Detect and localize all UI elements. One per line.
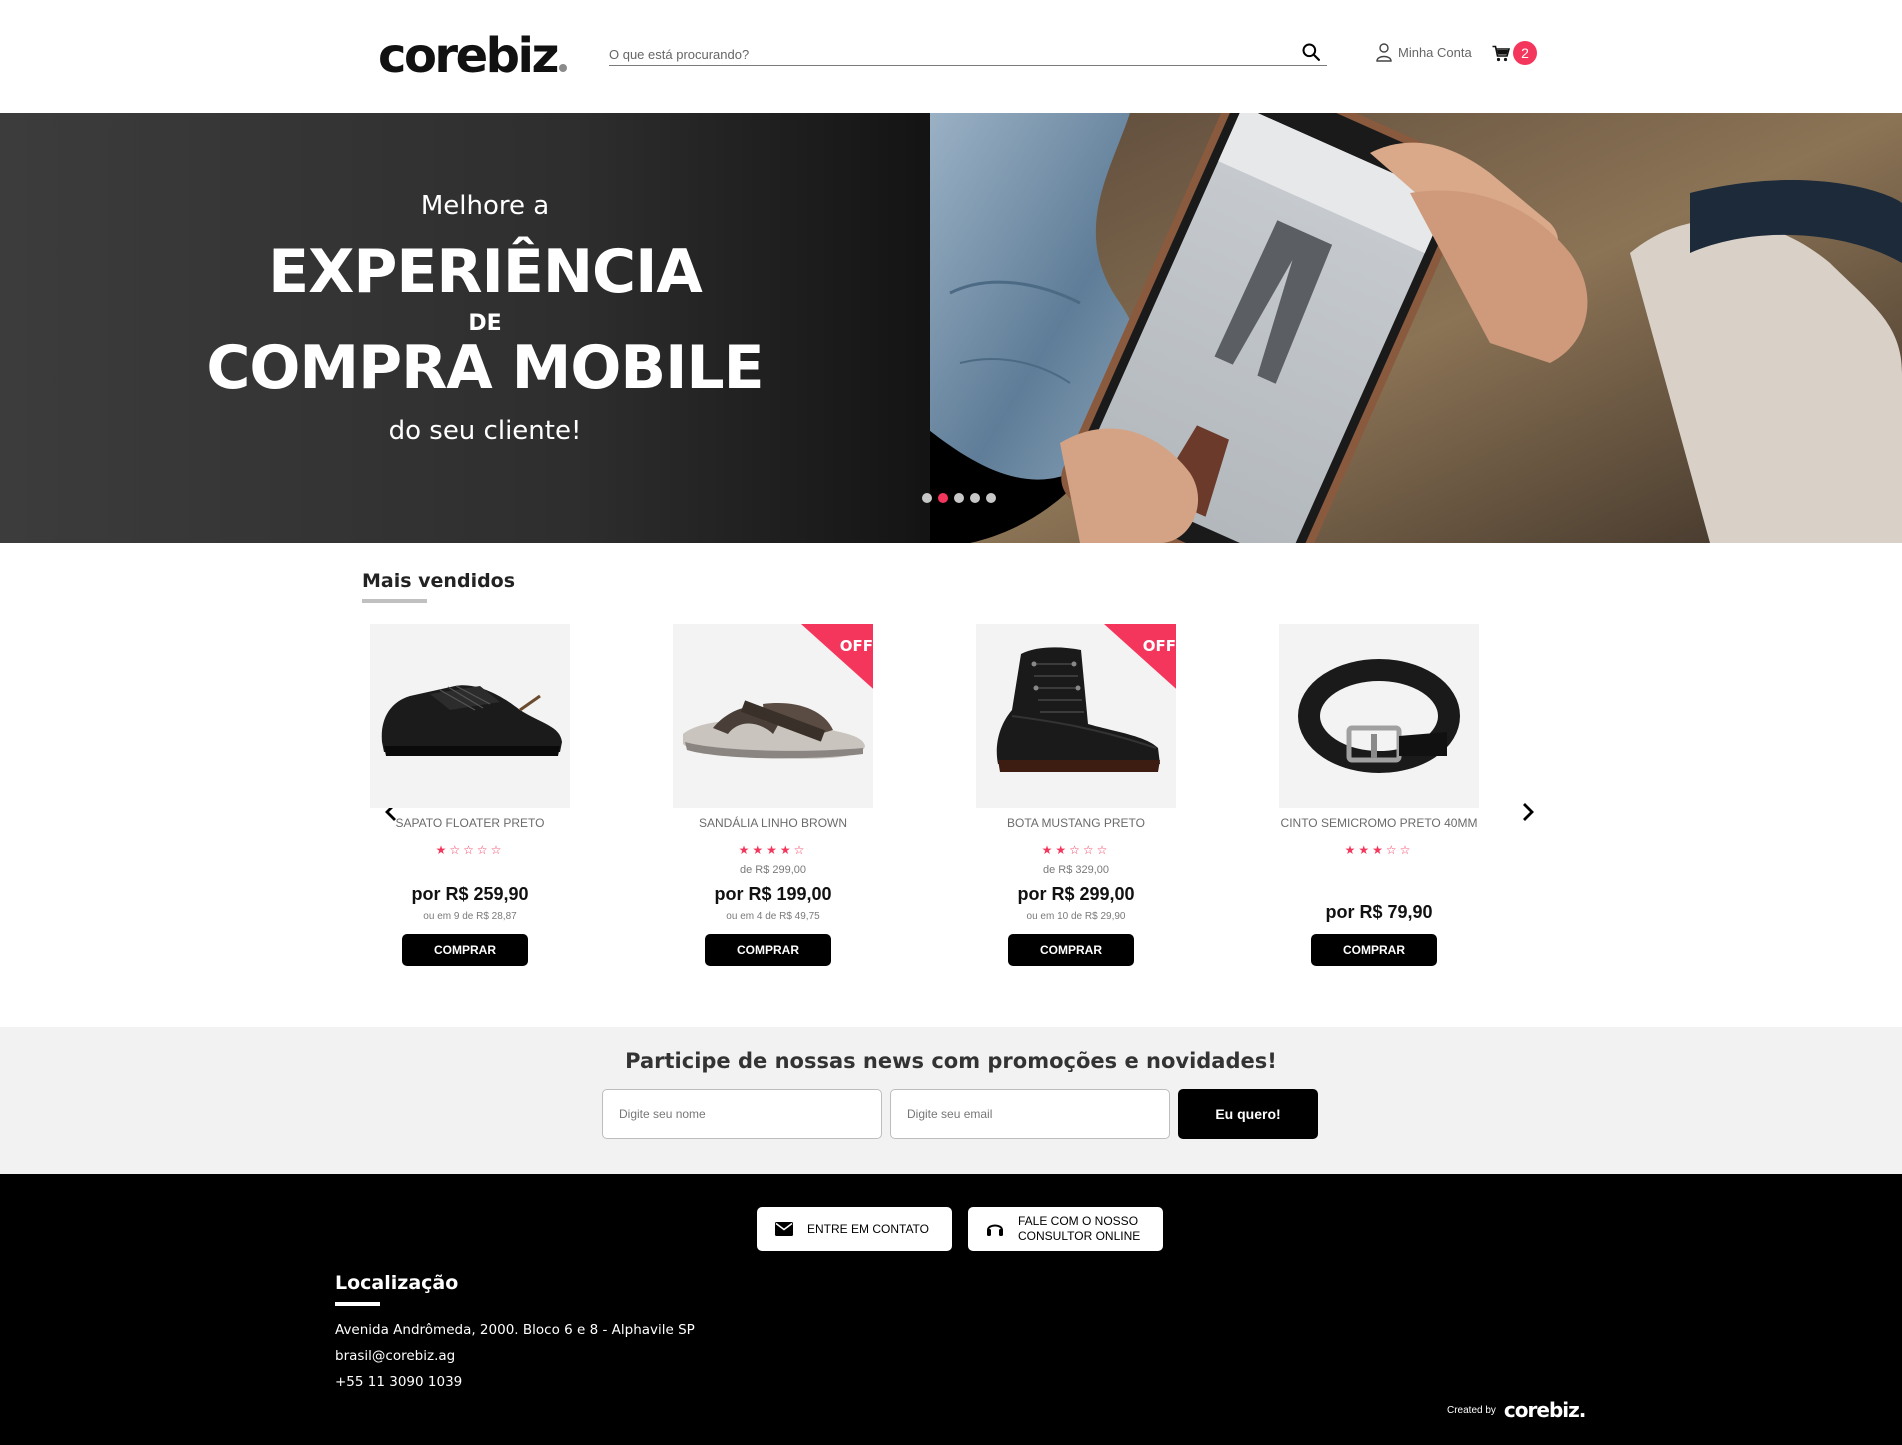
product-card[interactable]: CINTO SEMICROMO PRETO 40MM ★★★☆☆ por R$ … — [1274, 624, 1484, 966]
newsletter-name-input[interactable] — [602, 1089, 882, 1139]
rating-stars: ★☆☆☆☆ — [435, 843, 505, 857]
carousel-dot[interactable] — [922, 493, 932, 503]
cart-button[interactable]: 2 — [1492, 41, 1537, 65]
product-name: SAPATO FLOATER PRETO — [395, 816, 545, 830]
hero-line-1: Melhore a — [420, 191, 550, 221]
buy-button[interactable]: COMPRAR — [1311, 934, 1437, 966]
installments: ou em 9 de R$ 28,87 — [423, 911, 517, 922]
address-text: Avenida Andrômeda, 2000. Bloco 6 e 8 - A… — [335, 1322, 695, 1338]
location-title: Localização — [335, 1272, 459, 1294]
mail-icon — [767, 1222, 801, 1236]
product-image[interactable] — [370, 624, 570, 808]
user-icon — [1376, 42, 1392, 62]
product-image[interactable]: OFF — [976, 624, 1176, 808]
hero-line-4: COMPRA MOBILE — [206, 333, 764, 403]
consultant-label-line1: FALE COM O NOSSO — [1018, 1214, 1139, 1228]
product-price: por R$ 299,00 — [1017, 884, 1135, 904]
best-sellers-title: Mais vendidos — [362, 570, 516, 592]
product-card[interactable]: OFF SANDÁLIA LINHO BROWN ★★★★☆ de R$ 299… — [668, 624, 878, 966]
product-price: por R$ 259,90 — [411, 884, 529, 904]
product-image[interactable]: OFF — [673, 624, 873, 808]
off-corner-shape — [1104, 624, 1176, 689]
product-name: BOTA MUSTANG PRETO — [1006, 816, 1146, 830]
search-bar — [609, 40, 1327, 66]
search-icon[interactable] — [1301, 42, 1321, 62]
site-header: corebiz Minha Conta 2 — [0, 0, 1902, 113]
title-underline — [362, 599, 427, 603]
created-by-label: Created by — [1447, 1404, 1496, 1416]
location-underline — [335, 1302, 380, 1306]
hero-line-2: EXPERIÊNCIA — [268, 237, 703, 307]
contact-button[interactable]: ENTRE EM CONTATO — [757, 1207, 952, 1251]
consultant-button[interactable]: FALE COM O NOSSO CONSULTOR ONLINE — [968, 1207, 1163, 1251]
off-corner-shape — [801, 624, 873, 689]
logo-dot — [558, 64, 567, 72]
carousel-dots — [922, 493, 996, 503]
cart-icon — [1492, 45, 1510, 61]
buy-button[interactable]: COMPRAR — [705, 934, 831, 966]
list-price: de R$ 299,00 — [739, 864, 807, 876]
newsletter-title: Participe de nossas news com promoções e… — [625, 1049, 1277, 1073]
newsletter-email-input[interactable] — [890, 1089, 1170, 1139]
hero-banner[interactable]: Melhore a EXPERIÊNCIA DE COMPRA MOBILE d… — [0, 113, 1902, 543]
list-price: de R$ 329,00 — [1042, 864, 1110, 876]
search-input[interactable] — [609, 44, 1289, 64]
email-text: brasil@corebiz.ag — [335, 1348, 456, 1364]
installments: ou em 4 de R$ 49,75 — [726, 911, 820, 922]
rating-stars: ★★★★☆ — [738, 843, 808, 857]
created-by[interactable]: Created by corebiz. — [1447, 1398, 1586, 1422]
belt-icon — [1298, 659, 1460, 773]
newsletter-submit-button[interactable]: Eu quero! — [1178, 1089, 1318, 1139]
contact-label: ENTRE EM CONTATO — [807, 1221, 930, 1236]
cart-count-badge: 2 — [1513, 41, 1537, 65]
product-image[interactable] — [1279, 624, 1479, 808]
carousel-dot[interactable] — [986, 493, 996, 503]
carousel-dot-active[interactable] — [938, 493, 948, 503]
installments: ou em 10 de R$ 29,90 — [1026, 911, 1126, 922]
rating-stars: ★★★☆☆ — [1344, 843, 1414, 857]
carousel-dot[interactable] — [954, 493, 964, 503]
product-card[interactable]: SAPATO FLOATER PRETO ★☆☆☆☆ por R$ 259,90… — [365, 624, 575, 966]
consultant-label-line2: CONSULTOR ONLINE — [1018, 1229, 1141, 1243]
chevron-right-icon[interactable] — [1515, 800, 1539, 824]
product-price: por R$ 79,90 — [1325, 902, 1433, 922]
product-card[interactable]: OFF BOTA MUSTANG PRETO ★★☆☆☆ de R$ 329,0… — [971, 624, 1181, 966]
hero-line-5: do seu cliente! — [388, 416, 582, 446]
product-name: SANDÁLIA LINHO BROWN — [698, 816, 848, 830]
account-link[interactable]: Minha Conta — [1376, 41, 1472, 63]
off-badge: OFF — [1104, 624, 1176, 696]
account-label: Minha Conta — [1398, 44, 1472, 60]
newsletter-section: Participe de nossas news com promoções e… — [0, 1027, 1902, 1174]
hero-photo — [930, 113, 1902, 543]
carousel-dot[interactable] — [970, 493, 980, 503]
phone-text: +55 11 3090 1039 — [335, 1374, 463, 1390]
rating-stars: ★★☆☆☆ — [1041, 843, 1111, 857]
off-badge: OFF — [801, 624, 873, 696]
corebiz-footer-logo: corebiz. — [1503, 1398, 1586, 1422]
product-price: por R$ 199,00 — [714, 884, 832, 904]
buy-button[interactable]: COMPRAR — [1008, 934, 1134, 966]
logo[interactable]: corebiz — [378, 30, 567, 82]
off-label: OFF — [1142, 637, 1176, 655]
consultant-label: FALE COM O NOSSO CONSULTOR ONLINE — [1018, 1214, 1140, 1244]
shoe-icon — [381, 685, 562, 756]
product-name: CINTO SEMICROMO PRETO 40MM — [1280, 816, 1478, 830]
off-label: OFF — [839, 637, 873, 655]
site-footer: ENTRE EM CONTATO FALE COM O NOSSO CONSUL… — [0, 1174, 1902, 1445]
headset-icon — [978, 1220, 1012, 1238]
buy-button[interactable]: COMPRAR — [402, 934, 528, 966]
